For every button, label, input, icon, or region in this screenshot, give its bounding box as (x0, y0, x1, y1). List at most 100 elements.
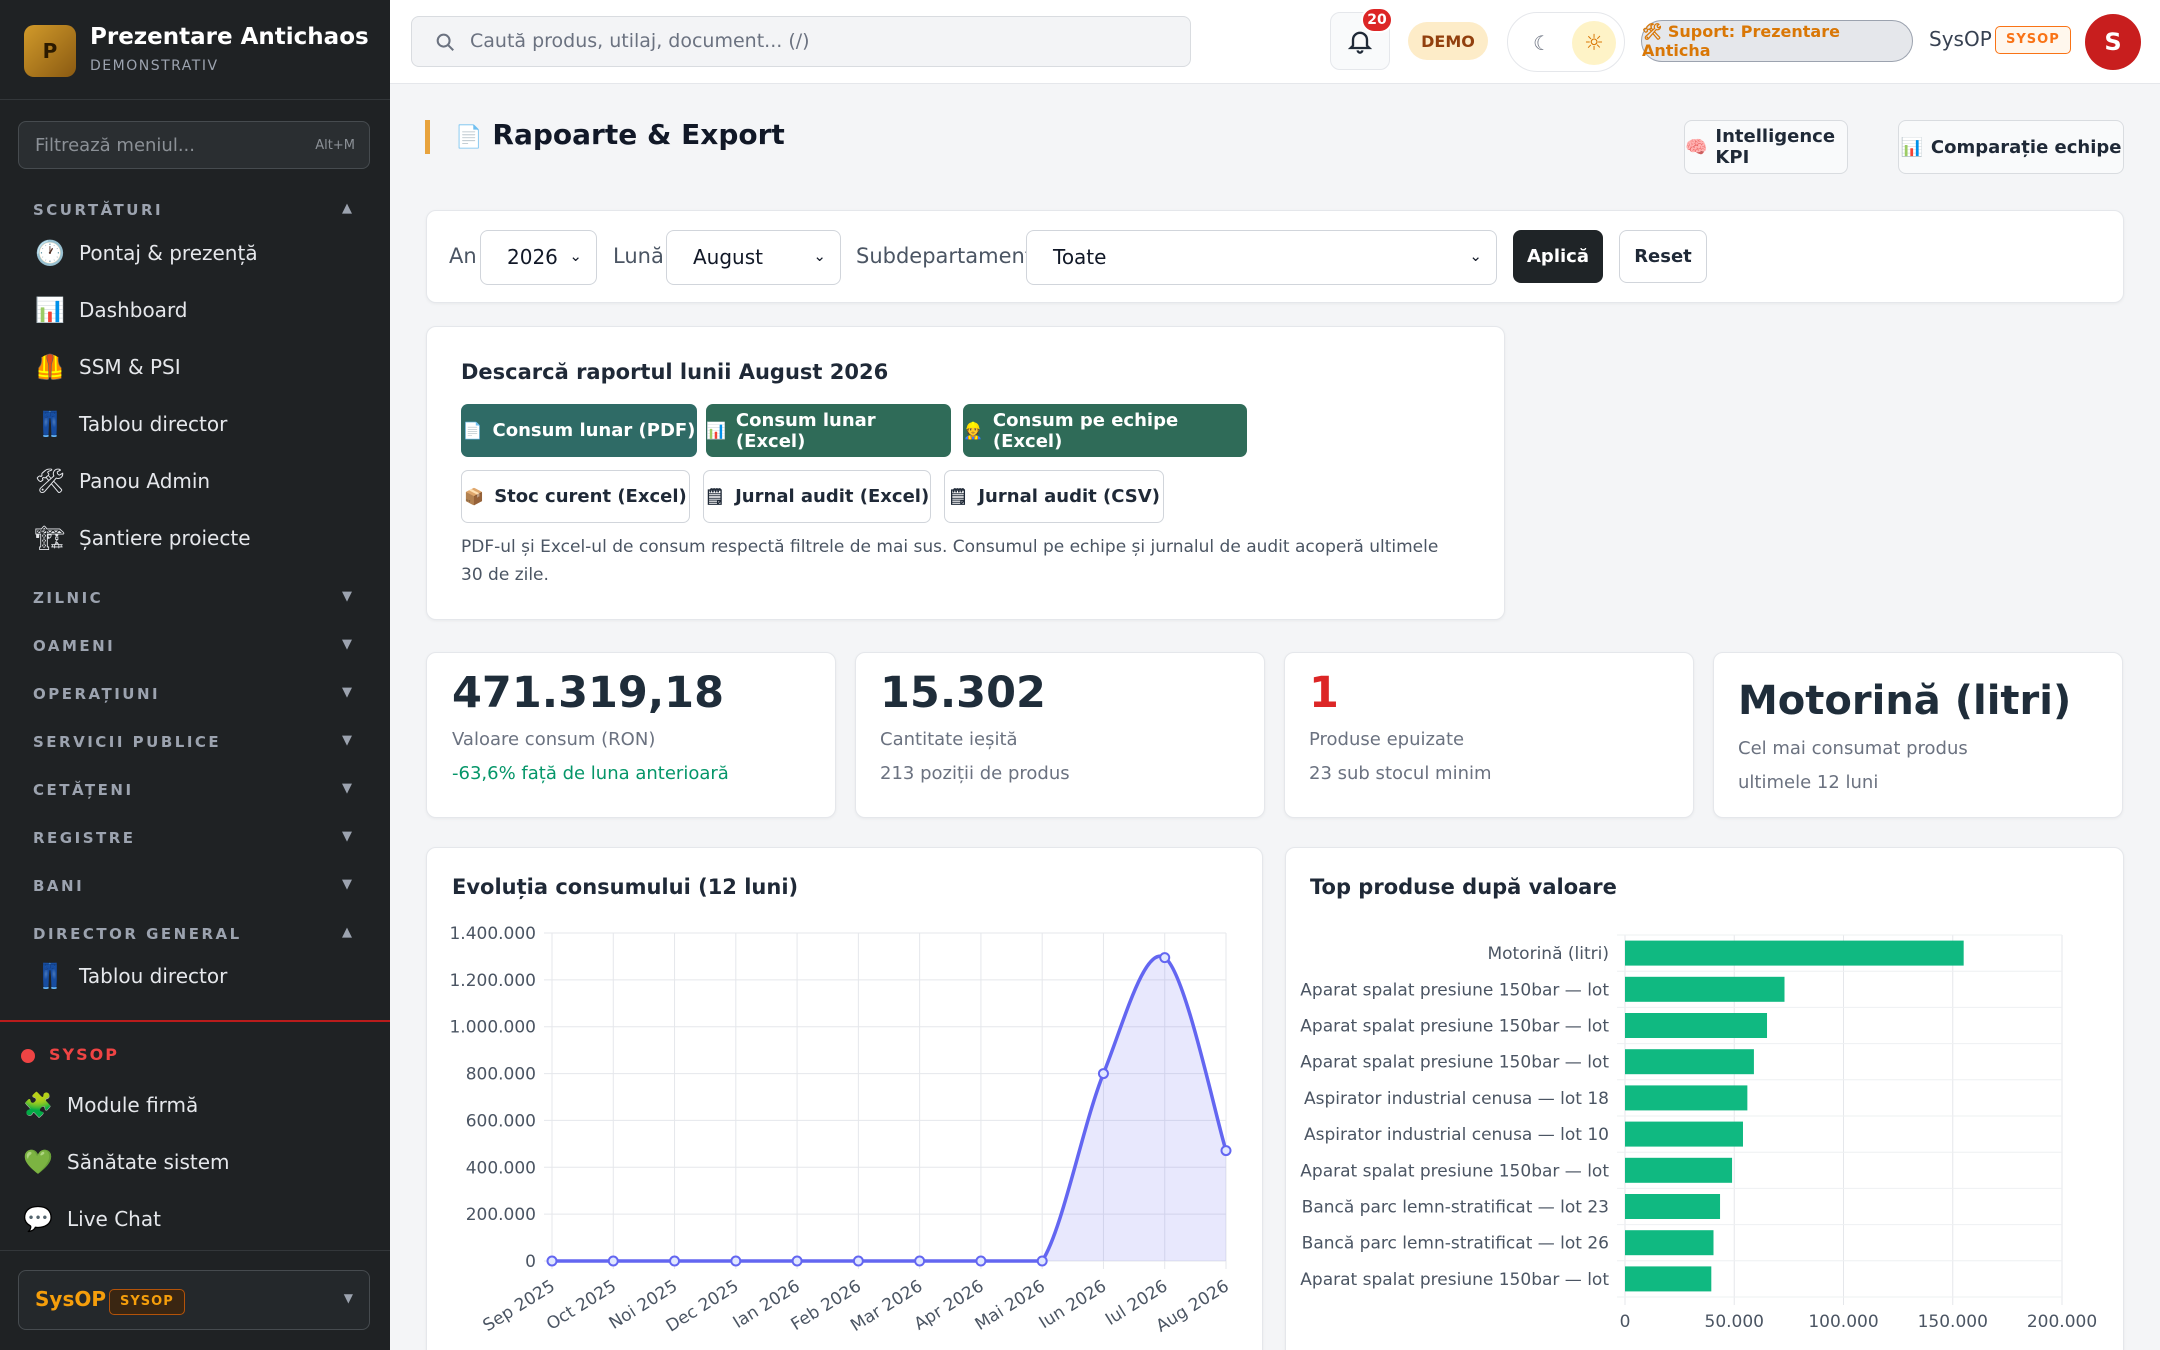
kpi-value: 15.302 (880, 668, 1046, 718)
section-operatiuni[interactable]: OPERAȚIUNI (33, 685, 160, 703)
subdepartment-select[interactable]: Toate ⌄ (1026, 230, 1497, 285)
menu-filter-input[interactable]: Filtrează meniul... Alt+M (18, 121, 370, 169)
sysop-divider (0, 1020, 390, 1022)
sidebar-item-live-chat[interactable]: 💬 Live Chat (18, 1197, 358, 1241)
bar (1625, 1157, 1733, 1183)
month-label: Lună (613, 244, 664, 268)
sidebar-item-panou-admin[interactable]: 🛠 Panou Admin (30, 459, 370, 503)
year-value: 2026 (507, 245, 558, 269)
month-select[interactable]: August ⌄ (666, 230, 841, 285)
consum-lunar-excel-button[interactable]: 📊 Consum lunar (Excel) (706, 404, 951, 457)
y-tick-label: 800.000 (466, 1065, 536, 1085)
menu-filter-placeholder: Filtrează meniul... (35, 135, 196, 156)
moon-icon[interactable]: ☾ (1522, 23, 1562, 63)
section-oameni[interactable]: OAMENI (33, 637, 115, 655)
sidebar-item-tablou-director[interactable]: 👖 Tablou director (30, 402, 370, 446)
chevron-down-icon[interactable]: ▼ (342, 685, 352, 700)
chevron-down-icon[interactable]: ▼ (342, 829, 352, 844)
apply-button[interactable]: Aplică (1513, 230, 1603, 283)
topbar-role-badge: SYSOP (1995, 26, 2071, 54)
sidebar-footer-divider (0, 1250, 390, 1251)
support-button[interactable]: 🛠 Suport: Prezentare Anticha (1641, 20, 1913, 62)
bar (1625, 976, 1785, 1002)
team-comparison-button[interactable]: 📊 Comparație echipe (1898, 120, 2124, 174)
chart-title: Top produse după valoare (1310, 875, 1617, 899)
download-note: PDF-ul și Excel-ul de consum respectă fi… (461, 537, 1439, 585)
data-point (852, 1255, 864, 1267)
data-point (914, 1255, 926, 1267)
y-tick-label: Motorină (litri) (1487, 944, 1609, 964)
jeans-icon: 👖 (35, 410, 65, 438)
y-tick-label: Aparat spalat presiune 150bar — lot (1300, 980, 1609, 1000)
y-tick-label: Aparat spalat presiune 150bar — lot (1300, 1161, 1609, 1181)
data-point (975, 1255, 987, 1267)
chevron-down-icon[interactable]: ▼ (342, 637, 352, 652)
section-scurtaturi[interactable]: SCURTĂTURI (33, 201, 163, 219)
kpi-sub: 213 poziții de produs (880, 763, 1070, 784)
theme-toggle[interactable]: ☾ ☼ (1507, 12, 1625, 72)
chevron-down-icon[interactable]: ▼ (342, 877, 352, 892)
stoc-curent-excel-button[interactable]: 📦 Stoc curent (Excel) (461, 470, 690, 523)
section-servicii-publice[interactable]: SERVICII PUBLICE (33, 733, 221, 751)
x-tick-label: 150.000 (1918, 1312, 1988, 1332)
chevron-down-icon[interactable]: ▼ (342, 781, 352, 796)
chevron-up-icon[interactable]: ▲ (342, 925, 352, 940)
consum-echipe-excel-button[interactable]: 👷 Consum pe echipe (Excel) (963, 404, 1247, 457)
y-tick-label: Aspirator industrial cenusa — lot 18 (1304, 1089, 1609, 1109)
intelligence-kpi-button[interactable]: 🧠 Intelligence KPI (1684, 120, 1848, 174)
data-point (730, 1255, 742, 1267)
sun-icon[interactable]: ☼ (1572, 21, 1616, 65)
sidebar-item-label: Dashboard (79, 298, 188, 322)
jurnal-audit-csv-button[interactable]: 🗒 Jurnal audit (CSV) (944, 470, 1164, 523)
y-tick-label: 400.000 (466, 1158, 536, 1178)
data-point (1097, 1068, 1109, 1080)
sidebar-item-label: Șantiere proiecte (79, 526, 251, 550)
section-zilnic[interactable]: ZILNIC (33, 589, 103, 607)
person-icon: 👷 (963, 421, 983, 440)
sidebar-item-sanatate-sistem[interactable]: 💚 Sănătate sistem (18, 1140, 358, 1184)
x-tick-label: Mai 2026 (972, 1276, 1049, 1335)
brand-logo: P (24, 25, 76, 77)
chevron-down-icon[interactable]: ▼ (342, 733, 352, 748)
y-tick-label: Aspirator industrial cenusa — lot 10 (1304, 1125, 1609, 1145)
chevron-down-icon: ⌄ (1469, 247, 1482, 265)
x-tick-label: 100.000 (1808, 1312, 1878, 1332)
y-tick-label: Aparat spalat presiune 150bar — lot (1300, 1017, 1609, 1037)
consum-lunar-pdf-button[interactable]: 📄 Consum lunar (PDF) (461, 404, 697, 457)
section-bani[interactable]: BANI (33, 877, 84, 895)
section-registre[interactable]: REGISTRE (33, 829, 136, 847)
search-input[interactable]: Caută produs, utilaj, document... (/) (411, 16, 1191, 67)
section-director-general[interactable]: DIRECTOR GENERAL (33, 925, 242, 943)
avatar[interactable]: S (2085, 14, 2141, 70)
document-icon: 🗒 (704, 487, 726, 506)
user-menu[interactable]: SysOP SYSOP ▼ (18, 1270, 370, 1330)
search-icon (436, 33, 454, 51)
chevron-down-icon[interactable]: ▼ (342, 589, 352, 604)
section-cetateni[interactable]: CETĂȚENI (33, 781, 134, 799)
heart-icon: 💚 (23, 1148, 53, 1176)
sidebar-item-label: Sănătate sistem (67, 1150, 230, 1174)
chevron-up-icon[interactable]: ▲ (342, 201, 352, 216)
kpi-label: Cantitate ieșită (880, 729, 1018, 750)
bar (1625, 1121, 1743, 1147)
sidebar-item-dashboard[interactable]: 📊 Dashboard (30, 288, 370, 332)
document-icon: 🗒 (948, 487, 969, 506)
menu-filter-shortcut: Alt+M (315, 138, 355, 153)
data-point (669, 1255, 681, 1267)
kpi-sub: ultimele 12 luni (1738, 772, 1879, 793)
jurnal-audit-excel-button[interactable]: 🗒 Jurnal audit (Excel) (703, 470, 931, 523)
tools-icon: 🛠 (34, 467, 66, 495)
sidebar-item-santiere[interactable]: 🏗 Șantiere proiecte (30, 516, 370, 560)
kpi-label: Cel mai consumat produs (1738, 738, 1968, 759)
x-tick-label: 200.000 (2027, 1312, 2097, 1332)
sidebar-item-tablou-director-dg[interactable]: 👖 Tablou director (30, 954, 370, 998)
year-select[interactable]: 2026 ⌄ (480, 230, 597, 285)
sidebar-item-ssm[interactable]: 🦺 SSM & PSI (30, 345, 370, 389)
bar (1625, 1049, 1754, 1075)
search-placeholder: Caută produs, utilaj, document... (/) (470, 30, 810, 52)
sidebar-item-pontaj[interactable]: 🕐 Pontaj & prezență (30, 231, 370, 275)
sidebar-item-label: Pontaj & prezență (79, 241, 258, 265)
sidebar-item-module-firma[interactable]: 🧩 Module firmă (18, 1083, 358, 1127)
reset-button[interactable]: Reset (1619, 230, 1707, 283)
clock-icon: 🕐 (35, 239, 65, 267)
